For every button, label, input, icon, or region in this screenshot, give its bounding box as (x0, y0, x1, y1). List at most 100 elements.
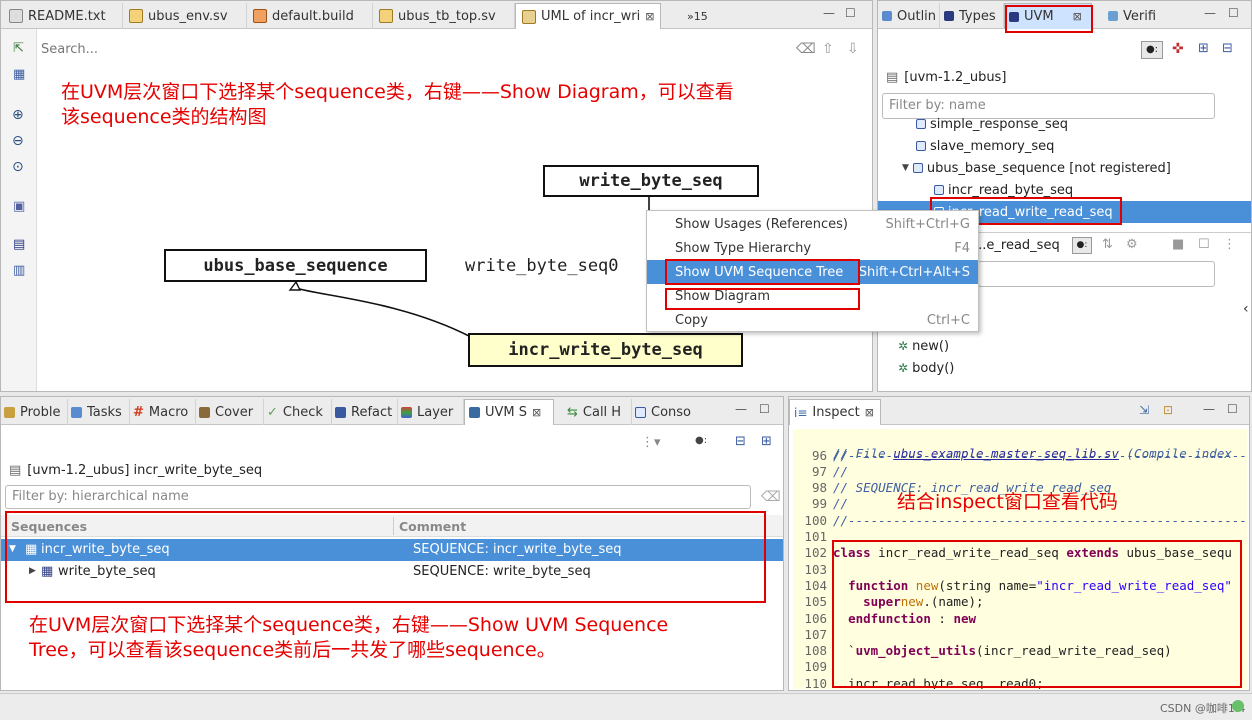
bottom-tab-bar: Proble Tasks # Macro Cover ✓ Check Refac… (1, 397, 783, 425)
line-number: 96 (811, 447, 827, 463)
menu-item-copy[interactable]: Copy Ctrl+C (647, 308, 978, 332)
uml-class-incr-write-byte-seq[interactable]: incr_write_byte_seq (468, 333, 743, 367)
member-item[interactable]: ✲ body() (898, 357, 954, 379)
tab-types[interactable]: Types (940, 3, 1004, 29)
collapsed-arrow-icon[interactable]: ▶ (29, 566, 36, 576)
uvm-icon (1009, 11, 1019, 22)
expanded-arrow-icon[interactable]: ▼ (9, 544, 16, 554)
maximize-icon[interactable]: ☐ (759, 403, 771, 415)
uml-class-write-byte-seq[interactable]: write_byte_seq (543, 165, 759, 197)
sequence-filter-input[interactable]: Filter by: hierarchical name (5, 485, 751, 509)
filter-mode-icon[interactable]: ●: (1072, 237, 1092, 254)
line-text: supernew.(name); (863, 594, 984, 610)
member-item[interactable]: ✲ new() (898, 335, 949, 357)
tree-item[interactable]: ▼ ubus_base_sequence [not registered] (902, 157, 1171, 179)
filter-mode-icon[interactable]: ●: (1141, 41, 1163, 59)
tab-tasks[interactable]: Tasks (68, 399, 130, 425)
tab-verification[interactable]: Verifi (1104, 3, 1178, 29)
menu-item-show-usages[interactable]: Show Usages (References) Shift+Ctrl+G (647, 212, 978, 236)
close-icon[interactable]: ⊠ (532, 406, 541, 419)
sort-icon[interactable]: ⇅ (1102, 237, 1113, 252)
member-filter-input[interactable] (978, 261, 1215, 287)
code-line: 103 (793, 562, 1247, 578)
code-line: 106 endfunction : new (793, 611, 1247, 627)
tab-cover[interactable]: Cover (196, 399, 264, 425)
column-comment[interactable]: Comment (399, 519, 466, 534)
close-icon[interactable]: ⊠ (865, 406, 874, 419)
method-icon: ✲ (898, 339, 909, 353)
tab-console[interactable]: Conso (632, 399, 702, 425)
expand-all-icon[interactable]: ⊞ (761, 434, 772, 449)
filter-icon[interactable]: ⚙ (1126, 237, 1138, 252)
code-line: 102 class incr_read_write_read_seq extend… (793, 545, 1247, 561)
line-number: 99 (811, 496, 827, 512)
code-line: 107 (793, 627, 1247, 643)
clear-filter-icon[interactable]: ⌫ (761, 489, 781, 505)
collapse-all-icon[interactable]: ⊟ (735, 434, 746, 449)
column-sequences[interactable]: Sequences (11, 519, 87, 534)
code-line: 96 //------------------------------------… (793, 448, 1247, 464)
expand-all-icon[interactable]: ⊞ (1198, 41, 1209, 56)
tree-icon[interactable]: ⋮ (1223, 237, 1236, 252)
code-area[interactable]: // File ubus_example_master_seq_lib.sv (… (793, 429, 1247, 689)
link-editor-icon[interactable]: ⇲ (1139, 403, 1149, 417)
tab-problems[interactable]: Proble (1, 399, 68, 425)
verification-icon (1108, 11, 1118, 21)
table-row-selected[interactable]: ▼ ▦ incr_write_byte_seq SEQUENCE: incr_w… (1, 539, 783, 561)
tree-item[interactable]: incr_read_byte_seq (934, 179, 1073, 201)
maximize-icon[interactable]: ☐ (1227, 403, 1239, 415)
uvm-toolbar: ●: ✜ ⊞ ⊟ (878, 30, 1251, 68)
tree-item[interactable]: slave_memory_seq (916, 135, 1054, 157)
view-menu-icon[interactable]: ⋮▾ (641, 435, 661, 450)
tab-uvm-sequence[interactable]: UVM S ⊠ (464, 399, 554, 425)
list-icon: ▤ (886, 70, 899, 85)
menu-item-uvm-sequence-tree[interactable]: Show UVM Sequence Tree Shift+Ctrl+Alt+S (647, 260, 978, 284)
hierarchy-toggle-icon[interactable]: ✜ (1172, 41, 1184, 57)
sequence-icon: ▦ (41, 564, 54, 579)
menu-item-type-hierarchy[interactable]: Show Type Hierarchy F4 (647, 236, 978, 260)
line-number: 100 (804, 512, 827, 528)
status-bar: CSDN @咖啡1.4 (0, 693, 1252, 720)
chevron-left-icon[interactable]: ‹ (1243, 301, 1249, 317)
uml-class-ubus-base-sequence[interactable]: ubus_base_sequence (164, 249, 427, 282)
line-number: 97 (811, 463, 827, 479)
tab-macro[interactable]: # Macro (130, 399, 196, 425)
line-number: 108 (804, 643, 827, 659)
line-number: 106 (804, 610, 827, 626)
column-divider[interactable] (393, 517, 394, 535)
editor-pane: README.txt ubus_env.sv default.build ubu… (0, 0, 873, 392)
expanded-arrow-icon[interactable]: ▼ (902, 163, 909, 173)
minimize-icon[interactable]: — (1203, 403, 1215, 415)
code-line: 108 `uvm_object_utils(incr_read_write_re… (793, 643, 1247, 659)
line-number: 104 (804, 577, 827, 593)
tab-inspect[interactable]: i≡ Inspect ⊠ (789, 399, 881, 425)
tab-uvm[interactable]: UVM ⊠ (1004, 3, 1092, 29)
maximize-icon[interactable]: ☐ (1228, 7, 1240, 19)
stop-icon[interactable]: ■ (1172, 237, 1184, 252)
tree-item[interactable]: simple_response_seq (916, 113, 1068, 135)
close-icon[interactable]: ⊠ (1073, 10, 1082, 23)
code-line: 101 (793, 529, 1247, 545)
table-row[interactable]: ▶ ▦ write_byte_seq SEQUENCE: write_byte_… (1, 561, 783, 583)
outline-icon (882, 11, 892, 21)
sub-view-label: ...e_read_seq (974, 238, 1060, 253)
uml-connectors (288, 197, 650, 338)
table-header: Sequences Comment (1, 515, 783, 537)
minimize-icon[interactable]: — (1204, 7, 1216, 19)
filter-mode-icon[interactable]: ●: (695, 435, 707, 446)
minimize-icon[interactable]: — (735, 403, 747, 415)
line-number: 105 (804, 594, 827, 610)
pin-icon[interactable]: ⊡ (1163, 403, 1173, 417)
pin-icon[interactable]: ☐ (1198, 237, 1210, 252)
collapse-all-icon[interactable]: ⊟ (1222, 41, 1233, 56)
tab-check[interactable]: ✓ Check (264, 399, 332, 425)
list-icon: ▤ (9, 463, 22, 478)
tab-refactor[interactable]: Refact (332, 399, 398, 425)
tab-call-hierarchy[interactable]: ⇆ Call H (564, 399, 632, 425)
tab-layer[interactable]: Layer (398, 399, 464, 425)
code-line: 109 (793, 659, 1247, 675)
method-icon: ✲ (898, 361, 909, 375)
tab-outline[interactable]: Outlin (878, 3, 940, 29)
menu-item-show-diagram[interactable]: Show Diagram (647, 284, 978, 308)
line-number: 110 (804, 675, 827, 689)
